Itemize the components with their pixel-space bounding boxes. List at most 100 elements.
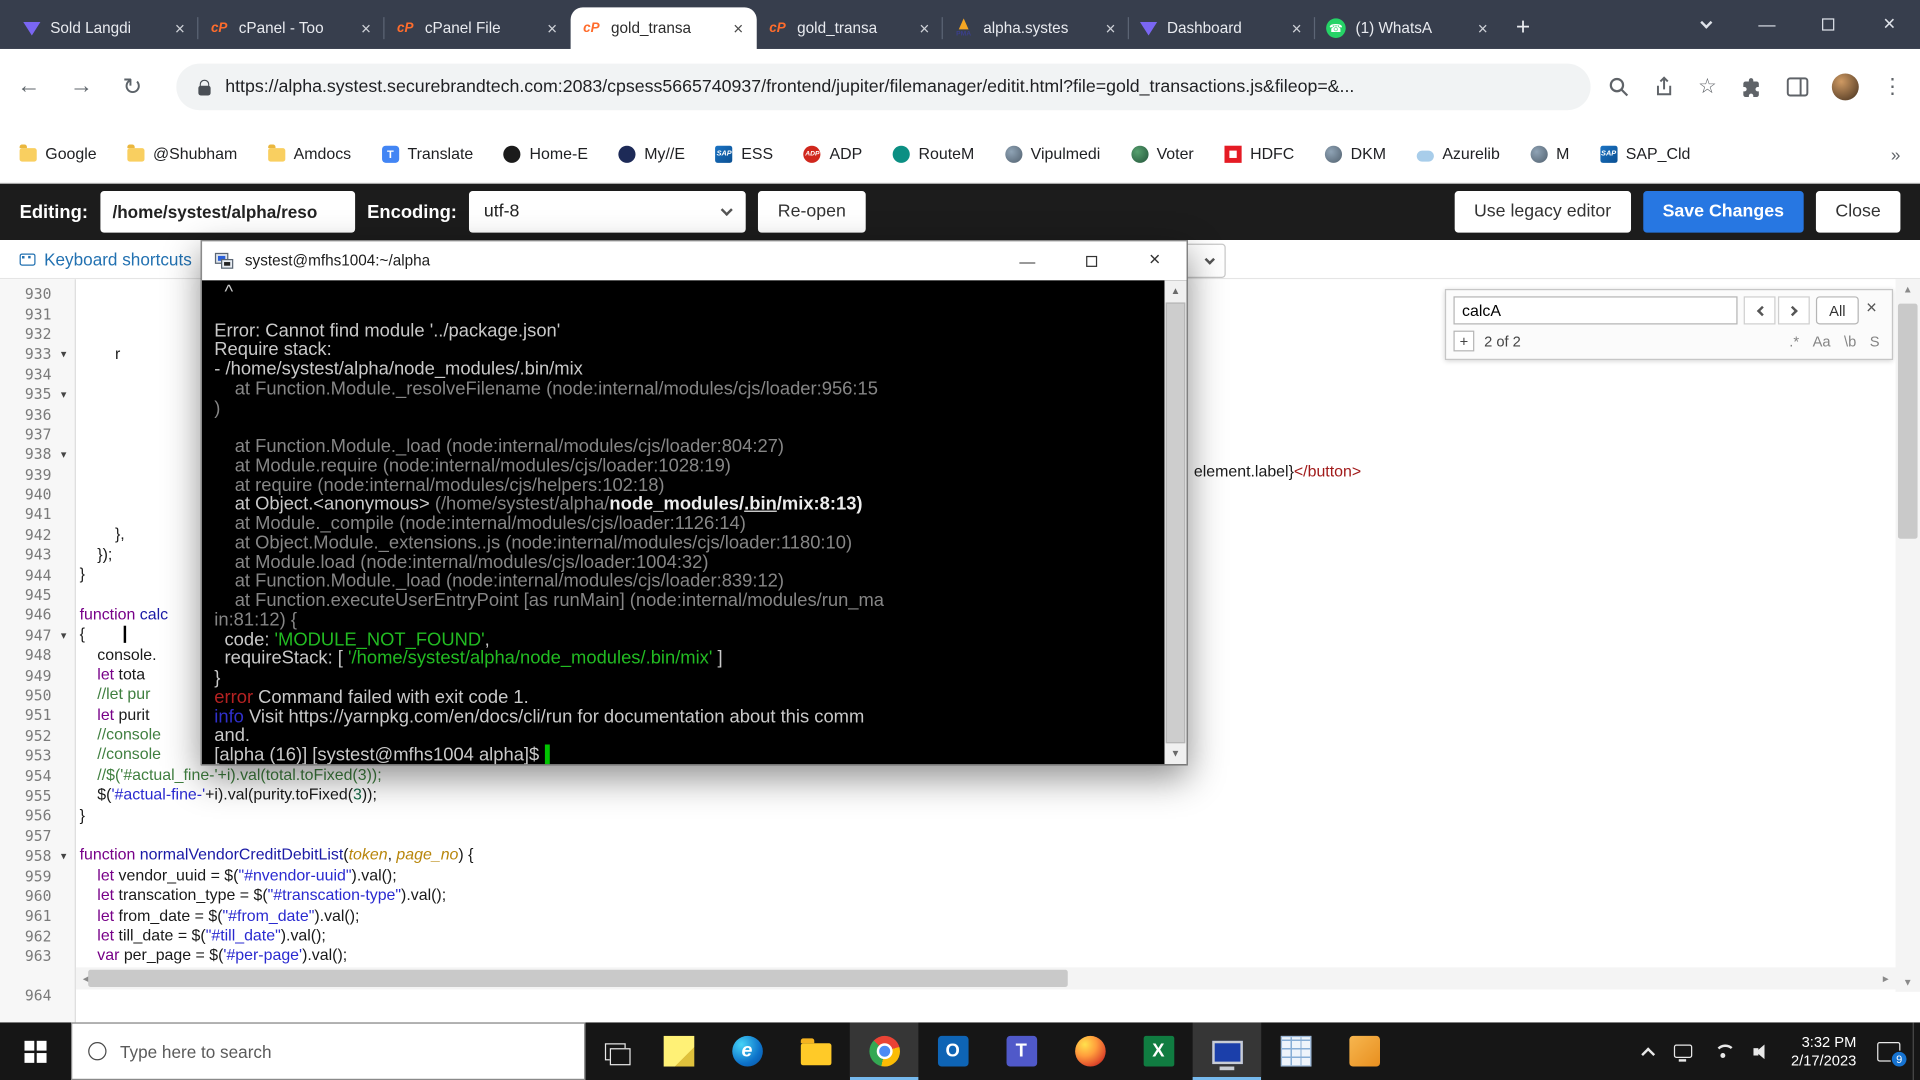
terminal-maximize-button[interactable] xyxy=(1059,241,1123,280)
bookmark-star-icon[interactable]: ☆ xyxy=(1698,75,1717,99)
find-previous-button[interactable] xyxy=(1744,296,1776,324)
bookmark-item[interactable]: TTranslate xyxy=(382,144,473,162)
code-line[interactable]: 955 $('#actual-fine-'+i).val(purity.toFi… xyxy=(0,786,1896,806)
notification-icon[interactable]: 9 xyxy=(1877,1041,1900,1061)
start-button[interactable] xyxy=(0,1022,71,1080)
browser-tab[interactable]: Dashboard× xyxy=(1129,7,1315,49)
find-all-button[interactable]: All xyxy=(1816,296,1859,324)
vertical-scrollbar[interactable]: ▲ ▼ xyxy=(1896,279,1920,992)
code-line[interactable]: 958▾function normalVendorCreditDebitList… xyxy=(0,846,1896,866)
scroll-up-icon[interactable]: ▲ xyxy=(1896,279,1920,299)
code-line[interactable]: 957 xyxy=(0,826,1896,846)
search-option-toggle[interactable]: \b xyxy=(1844,333,1856,350)
bookmark-item[interactable]: M xyxy=(1530,144,1569,162)
zoom-icon[interactable] xyxy=(1607,76,1629,98)
horizontal-scrollbar-thumb[interactable] xyxy=(88,970,1068,987)
find-next-button[interactable] xyxy=(1778,296,1810,324)
taskbar-clock[interactable]: 3:32 PM 2/17/2023 xyxy=(1791,1033,1856,1070)
terminal-minimize-button[interactable]: — xyxy=(996,241,1060,280)
bookmark-item[interactable]: DKM xyxy=(1325,144,1386,162)
reopen-button[interactable]: Re-open xyxy=(758,191,865,233)
forward-icon[interactable]: → xyxy=(70,73,93,100)
bookmark-item[interactable]: My//E xyxy=(619,144,685,162)
bookmark-item[interactable]: Voter xyxy=(1131,144,1194,162)
reload-icon[interactable]: ↻ xyxy=(122,73,141,101)
search-option-toggle[interactable]: Aa xyxy=(1813,333,1831,350)
display-icon[interactable] xyxy=(1673,1044,1691,1057)
bookmark-item[interactable]: Google xyxy=(20,144,97,162)
file-path-input[interactable] xyxy=(100,191,355,233)
terminal-body[interactable]: ^Error: Cannot find module '../package.j… xyxy=(202,280,1186,764)
tab-close-icon[interactable]: × xyxy=(359,18,374,38)
code-line[interactable]: 959 let vendor_uuid = $("#nvendor-uuid")… xyxy=(0,866,1896,886)
taskbar-app-outlook[interactable]: O xyxy=(918,1022,987,1080)
taskbar-app-orange-app[interactable] xyxy=(1330,1022,1399,1080)
window-minimize-button[interactable]: — xyxy=(1736,0,1797,49)
show-desktop-button[interactable] xyxy=(1913,1022,1920,1080)
browser-tab[interactable]: cPgold_transa× xyxy=(571,7,757,49)
scroll-right-icon[interactable]: ► xyxy=(1876,973,1896,984)
url-field[interactable]: https://alpha.systest.securebrandtech.co… xyxy=(176,64,1590,111)
taskbar-app-firefox[interactable] xyxy=(1056,1022,1125,1080)
back-icon[interactable]: ← xyxy=(17,73,40,100)
profile-avatar[interactable] xyxy=(1832,73,1859,100)
terminal-scrollbar[interactable]: ▲ ▼ xyxy=(1164,280,1186,764)
taskbar-app-putty[interactable] xyxy=(1193,1022,1262,1080)
window-close-button[interactable]: × xyxy=(1859,0,1920,49)
bookmark-item[interactable]: Vipulmedi xyxy=(1005,144,1100,162)
tab-close-icon[interactable]: × xyxy=(545,18,560,38)
fold-arrow-icon[interactable]: ▾ xyxy=(51,385,75,405)
share-icon[interactable] xyxy=(1653,76,1675,98)
horizontal-scrollbar[interactable]: ◄ ► xyxy=(76,967,1896,989)
taskbar-search-box[interactable]: Type here to search xyxy=(71,1022,585,1080)
taskbar-app-sticky-notes[interactable] xyxy=(644,1022,713,1080)
volume-icon[interactable] xyxy=(1753,1044,1770,1059)
scroll-down-icon[interactable]: ▼ xyxy=(1896,972,1920,992)
wifi-icon[interactable] xyxy=(1713,1044,1733,1059)
close-button[interactable]: Close xyxy=(1816,191,1901,233)
vertical-scrollbar-thumb[interactable] xyxy=(1898,304,1918,539)
taskbar-app-calculator[interactable] xyxy=(1261,1022,1330,1080)
fold-arrow-icon[interactable]: ▾ xyxy=(51,445,75,465)
find-close-icon[interactable]: × xyxy=(1866,298,1877,319)
bookmark-item[interactable]: Amdocs xyxy=(268,144,351,162)
bookmark-item[interactable]: HDFC xyxy=(1224,144,1294,162)
browser-menu-kebab-icon[interactable]: ⋮ xyxy=(1882,75,1903,99)
use-legacy-editor-button[interactable]: Use legacy editor xyxy=(1454,191,1630,233)
code-line[interactable]: 956} xyxy=(0,806,1896,826)
search-option-toggle[interactable]: .* xyxy=(1789,333,1799,350)
bookmark-item[interactable]: Home-E xyxy=(504,144,588,162)
code-line[interactable]: 960 let transcation_type = $("#transcati… xyxy=(0,886,1896,906)
tab-close-icon[interactable]: × xyxy=(172,18,187,38)
browser-tab[interactable]: PMAalpha.systes× xyxy=(943,7,1129,49)
terminal-scrollbar-thumb[interactable] xyxy=(1166,302,1186,743)
terminal-title-bar[interactable]: systest@mfhs1004:~/alpha — × xyxy=(202,241,1186,280)
taskbar-app-excel[interactable]: X xyxy=(1124,1022,1193,1080)
code-line[interactable]: 962 let till_date = $("#till_date").val(… xyxy=(0,926,1896,946)
new-tab-button[interactable]: + xyxy=(1516,13,1530,41)
tab-close-icon[interactable]: × xyxy=(1289,18,1304,38)
side-panel-icon[interactable] xyxy=(1787,77,1809,97)
extensions-puzzle-icon[interactable] xyxy=(1740,75,1763,98)
browser-tab[interactable]: Sold Langdi× xyxy=(12,7,198,49)
bookmark-item[interactable]: SAPSAP_Cld xyxy=(1600,144,1690,162)
terminal-close-button[interactable]: × xyxy=(1123,241,1187,280)
bookmark-item[interactable]: ADPADP xyxy=(804,144,862,162)
browser-tab[interactable]: ☎(1) WhatsA× xyxy=(1315,7,1501,49)
tray-chevron-up-icon[interactable] xyxy=(1641,1047,1655,1061)
bookmark-item[interactable]: @Shubham xyxy=(127,144,237,162)
terminal-scroll-up-icon[interactable]: ▲ xyxy=(1164,280,1186,301)
taskbar-app-edge[interactable]: e xyxy=(713,1022,782,1080)
browser-tab[interactable]: cPcPanel File× xyxy=(384,7,570,49)
fold-arrow-icon[interactable]: ▾ xyxy=(51,846,75,866)
browser-tab[interactable]: cPgold_transa× xyxy=(757,7,943,49)
fold-arrow-icon[interactable]: ▾ xyxy=(51,626,75,646)
code-line[interactable]: 961 let from_date = $("#from_date").val(… xyxy=(0,906,1896,926)
terminal-window[interactable]: systest@mfhs1004:~/alpha — × ^Error: Can… xyxy=(201,240,1188,765)
browser-tab[interactable]: cPcPanel - Too× xyxy=(198,7,384,49)
search-option-toggle[interactable]: S xyxy=(1870,333,1880,350)
fold-arrow-icon[interactable]: ▾ xyxy=(51,345,75,365)
window-maximize-button[interactable] xyxy=(1798,0,1859,49)
bookmark-item[interactable]: SAPESS xyxy=(716,144,774,162)
code-line[interactable]: 963 var per_page = $('#per-page').val(); xyxy=(0,946,1896,966)
